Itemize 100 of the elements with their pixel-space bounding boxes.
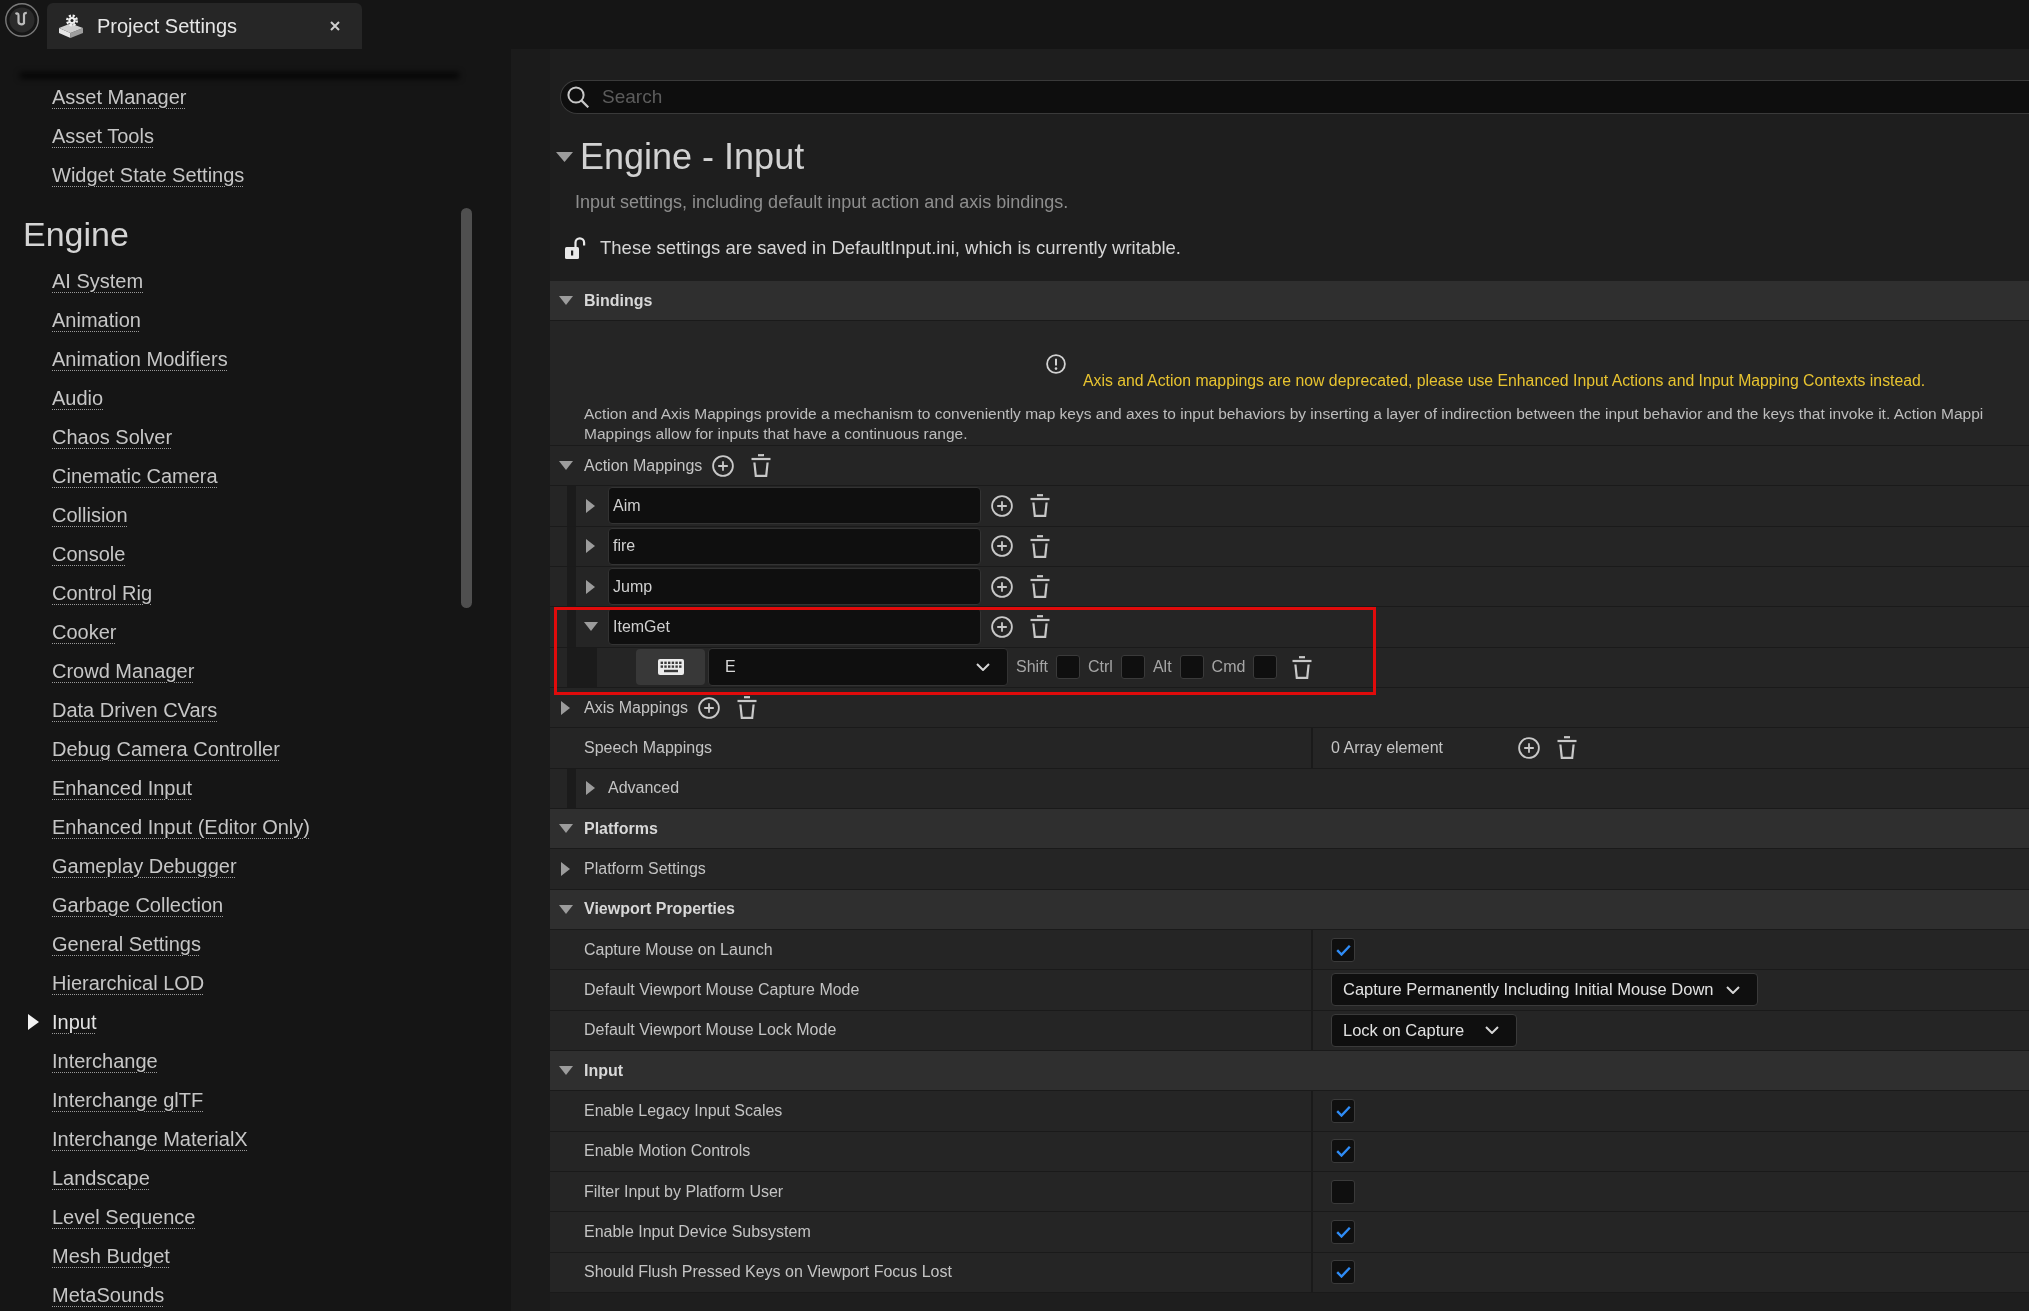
close-icon[interactable] <box>330 21 340 31</box>
caret-down-icon[interactable] <box>556 152 573 162</box>
sidebar-link[interactable]: Crowd Manager <box>52 659 195 683</box>
modifier-label: Alt <box>1152 658 1172 677</box>
caret-down-icon[interactable] <box>558 461 573 471</box>
checkbox[interactable] <box>1331 1219 1355 1244</box>
sidebar-link[interactable]: Landscape <box>52 1166 150 1190</box>
caret-right-icon[interactable] <box>561 700 570 715</box>
caret-down-icon[interactable] <box>558 1066 573 1076</box>
caret-down-icon[interactable] <box>558 904 573 914</box>
sidebar-link[interactable]: Enhanced Input <box>52 776 193 800</box>
keyboard-icon <box>657 659 684 676</box>
category-header[interactable]: Viewport Properties <box>550 889 2029 930</box>
category-header[interactable]: Bindings <box>550 281 2029 322</box>
category-title: Viewport Properties <box>584 900 735 919</box>
plus-circle-icon[interactable] <box>698 696 721 719</box>
mapping-name-field[interactable]: Jump <box>608 568 981 606</box>
trash-icon[interactable] <box>737 696 758 720</box>
sidebar-link[interactable]: Input <box>52 1010 97 1034</box>
alert-icon <box>1046 354 1066 375</box>
trash-icon[interactable] <box>751 454 772 478</box>
sidebar-link[interactable]: Interchange glTF <box>52 1088 204 1112</box>
sidebar-link[interactable]: Chaos Solver <box>52 425 173 449</box>
property-label: Platform Settings <box>584 859 706 878</box>
sidebar-link[interactable]: Hierarchical LOD <box>52 971 205 995</box>
checkbox[interactable] <box>1120 655 1145 680</box>
mapping-name-field[interactable]: ItemGet <box>608 608 981 646</box>
category-header[interactable]: Input <box>550 1050 2029 1092</box>
modifier-label: Ctrl <box>1088 658 1113 677</box>
plus-circle-icon[interactable] <box>991 615 1013 638</box>
checkbox[interactable] <box>1331 1098 1355 1123</box>
plus-circle-icon[interactable] <box>991 494 1013 517</box>
sidebar-link[interactable]: Debug Camera Controller <box>52 737 280 761</box>
sidebar-link[interactable]: Garbage Collection <box>52 893 224 917</box>
checkbox[interactable] <box>1253 655 1278 680</box>
trash-icon[interactable] <box>1030 534 1050 558</box>
checkbox[interactable] <box>1179 655 1204 680</box>
checkbox[interactable] <box>1056 655 1080 680</box>
sidebar-link[interactable]: Console <box>52 542 126 566</box>
sidebar-link[interactable]: Animation <box>52 308 141 332</box>
checkbox[interactable] <box>1331 1260 1355 1285</box>
search-field[interactable]: Search <box>560 80 2029 114</box>
scrollbar-thumb[interactable] <box>461 208 472 608</box>
trash-icon[interactable] <box>1030 494 1050 518</box>
modifier-label: Cmd <box>1211 658 1246 677</box>
triangle-marker-icon <box>28 1014 39 1030</box>
trash-icon[interactable] <box>1030 575 1050 599</box>
deprecation-warning: Axis and Action mappings are now deprecated, please use Enhanced Input Actions and Input Mapping Contexts instead. <box>1083 371 1926 392</box>
sidebar-link[interactable]: Mesh Budget <box>52 1244 170 1268</box>
logo-icon[interactable] <box>5 3 39 37</box>
trash-icon[interactable] <box>1292 655 1313 679</box>
caret-down-icon[interactable] <box>558 824 573 834</box>
sidebar-link[interactable]: Asset Manager <box>52 85 187 109</box>
padlock-icon <box>565 237 586 259</box>
plus-circle-icon[interactable] <box>991 535 1013 558</box>
sidebar-link[interactable]: Gameplay Debugger <box>52 854 237 878</box>
checkbox[interactable] <box>1331 937 1355 962</box>
sidebar-link[interactable]: Data Driven CVars <box>52 698 218 722</box>
caret-right-icon[interactable] <box>586 781 595 796</box>
dropdown[interactable]: Capture Permanently Including Initial Mouse Down <box>1331 973 1758 1007</box>
plus-circle-icon[interactable] <box>1518 736 1540 759</box>
checkbox[interactable] <box>1331 1179 1355 1204</box>
caret-right-icon[interactable] <box>586 579 595 594</box>
caret-down-icon[interactable] <box>558 296 573 306</box>
property-label: Default Viewport Mouse Capture Mode <box>584 980 860 999</box>
sidebar-link[interactable]: Control Rig <box>52 581 153 605</box>
project-settings-tab[interactable]: Project Settings <box>47 3 362 49</box>
caret-right-icon[interactable] <box>586 498 595 513</box>
trash-icon[interactable] <box>1557 736 1577 760</box>
sidebar-link[interactable]: Cinematic Camera <box>52 464 218 488</box>
sidebar-link[interactable]: MetaSounds <box>52 1283 165 1307</box>
caret-right-icon[interactable] <box>561 861 570 876</box>
sidebar-link[interactable]: General Settings <box>52 932 201 956</box>
sidebar-link[interactable]: Interchange <box>52 1049 158 1073</box>
category-header[interactable]: Platforms <box>550 808 2029 850</box>
sidebar-link[interactable]: Widget State Settings <box>52 163 245 187</box>
sidebar-link[interactable]: Interchange MaterialX <box>52 1127 248 1151</box>
sidebar-link[interactable]: Asset Tools <box>52 124 154 148</box>
plus-circle-icon[interactable] <box>712 454 735 477</box>
key-dropdown[interactable]: E <box>708 648 1008 687</box>
sidebar-link[interactable]: Cooker <box>52 620 117 644</box>
checkbox[interactable] <box>1331 1139 1355 1164</box>
checkmark-icon <box>1335 1104 1351 1117</box>
sidebar-link[interactable]: Animation Modifiers <box>52 347 228 371</box>
sidebar-link[interactable]: Enhanced Input (Editor Only) <box>52 815 310 839</box>
property-label: Action Mappings <box>584 456 703 475</box>
key-picker-button[interactable] <box>636 649 705 686</box>
sidebar-link[interactable]: Collision <box>52 503 128 527</box>
sidebar-link[interactable]: Audio <box>52 386 104 410</box>
caret-right-icon[interactable] <box>586 539 595 554</box>
plus-circle-icon[interactable] <box>991 575 1013 598</box>
category-title: Bindings <box>584 291 653 310</box>
sidebar-link[interactable]: AI System <box>52 269 144 293</box>
mapping-name-field[interactable]: Aim <box>608 487 981 525</box>
dropdown[interactable]: Lock on Capture <box>1331 1013 1517 1047</box>
checkmark-icon <box>1335 1145 1351 1158</box>
trash-icon[interactable] <box>1030 615 1050 639</box>
mapping-name-field[interactable]: fire <box>608 527 981 565</box>
sidebar-link[interactable]: Level Sequence <box>52 1205 196 1229</box>
caret-down-icon[interactable] <box>583 622 598 632</box>
